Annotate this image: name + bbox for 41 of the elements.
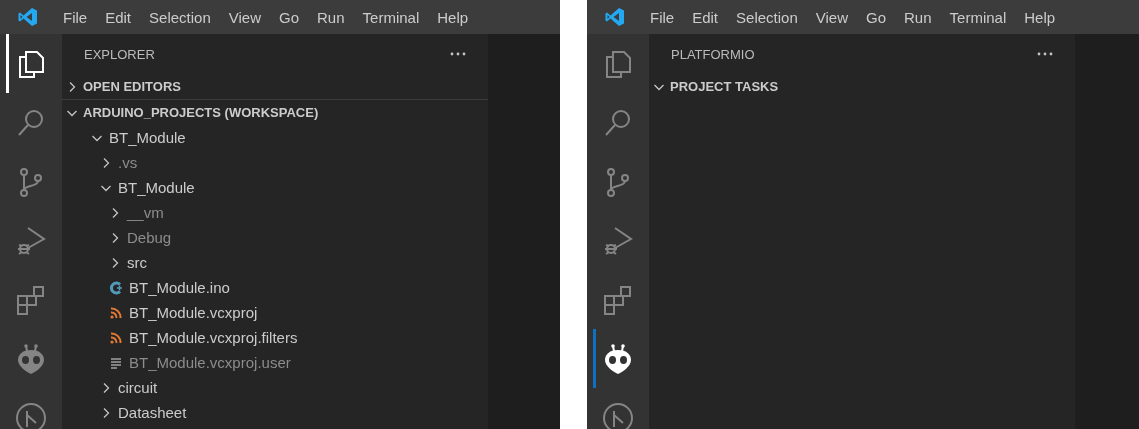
menu-item[interactable]: Selection — [727, 6, 807, 28]
menu-item[interactable]: File — [54, 6, 97, 28]
menu-item[interactable]: Edit — [683, 6, 728, 28]
text-file-icon — [109, 355, 123, 370]
file-name[interactable]: BT_Module.vcxproj.user — [129, 354, 291, 371]
sidebar-title: PLATFORMIO — [671, 46, 755, 62]
file-name[interactable]: BT_Module.vcxproj — [129, 304, 258, 321]
menu-item[interactable]: Help — [1015, 6, 1065, 28]
menu-item[interactable]: Edit — [96, 6, 141, 28]
menu-item[interactable]: Run — [308, 6, 354, 28]
logo-icon — [18, 7, 38, 27]
folder-name[interactable]: Datasheet — [118, 404, 187, 421]
section-title[interactable]: PROJECT TASKS — [670, 79, 779, 94]
section-title[interactable]: ARDUINO_PROJECTS (WORKSPACE) — [83, 105, 319, 120]
menu-item[interactable]: View — [219, 6, 270, 28]
menu-item[interactable]: Selection — [140, 6, 220, 28]
section-title[interactable]: OPEN EDITORS — [83, 79, 181, 94]
folder-name[interactable]: src — [127, 254, 147, 271]
menu-item[interactable]: View — [806, 6, 857, 28]
arduino-file-icon — [109, 280, 123, 295]
folder-name[interactable]: .vs — [118, 154, 138, 171]
folder-name[interactable]: __vm — [127, 204, 164, 221]
menu-item[interactable]: Terminal — [353, 6, 429, 28]
folder-name[interactable]: BT_Module — [109, 129, 186, 146]
logo-icon — [605, 7, 625, 27]
menu-item[interactable]: Go — [270, 6, 308, 28]
folder-name[interactable]: Debug — [127, 229, 172, 246]
rss-icon — [109, 305, 123, 320]
menu-item[interactable]: Help — [428, 6, 478, 28]
menu-item[interactable]: File — [641, 6, 684, 28]
more-icon[interactable] — [450, 52, 466, 56]
menu-item[interactable]: Terminal — [940, 6, 1016, 28]
folder-name[interactable]: circuit — [118, 379, 158, 396]
menu-item[interactable]: Run — [895, 6, 941, 28]
rss-icon — [109, 330, 123, 345]
file-name[interactable]: BT_Module.ino — [129, 279, 230, 296]
more-icon[interactable] — [1037, 52, 1053, 56]
menu-item[interactable]: Go — [857, 6, 895, 28]
sidebar-title: EXPLORER — [84, 46, 155, 62]
file-name[interactable]: BT_Module.vcxproj.filters — [129, 329, 298, 346]
folder-name[interactable]: BT_Module — [118, 179, 195, 196]
